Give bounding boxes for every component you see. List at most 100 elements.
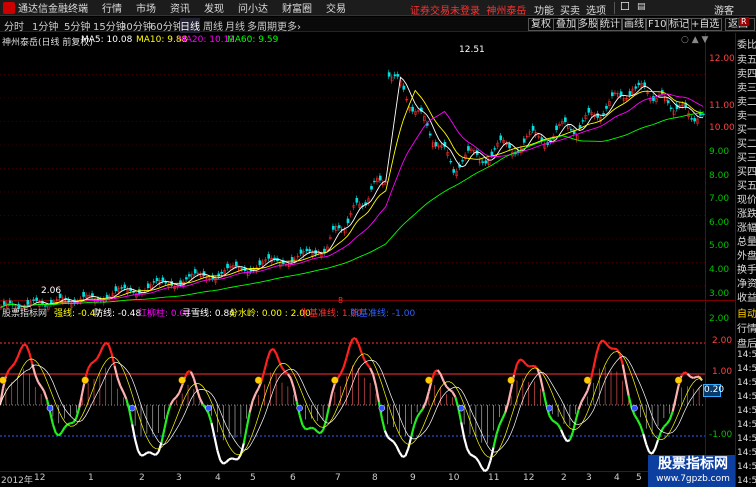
menu-caifuquan[interactable]: 财富圈	[282, 0, 312, 15]
menu-xuanxiang[interactable]: 选项	[586, 2, 606, 17]
rpanel-item[interactable]: 委比	[737, 36, 756, 51]
candle-body	[678, 104, 682, 107]
candle-body	[331, 226, 335, 230]
rpanel-item[interactable]: 收益	[737, 289, 756, 304]
rpanel-item[interactable]: 14:50	[737, 378, 756, 388]
strong-line-segment	[327, 393, 334, 407]
candle-body	[584, 115, 588, 119]
strong-line-segment	[583, 390, 589, 397]
rpanel-item[interactable]: 涨跌	[737, 205, 756, 220]
rpanel-item[interactable]: 自动	[737, 305, 756, 320]
period-multi[interactable]: 多周期	[247, 18, 277, 33]
strong-line-segment	[525, 363, 530, 368]
guest-label[interactable]: 游客	[714, 2, 734, 17]
menu-shichang[interactable]: 市场	[136, 0, 156, 15]
candle-body	[575, 135, 579, 141]
candle-body	[440, 144, 444, 148]
strong-line-segment	[480, 466, 486, 472]
rpanel-item[interactable]: 卖五	[737, 51, 756, 66]
period-5min[interactable]: 5分钟	[64, 18, 90, 33]
login-status[interactable]: 证券交易未登录 神州泰岳	[410, 2, 526, 17]
period-weekly[interactable]: 周线	[203, 18, 223, 33]
period-30min[interactable]: 30分钟	[120, 18, 153, 33]
candle-body	[376, 178, 379, 183]
ytick: 10.00	[709, 123, 735, 133]
right-panel-toggle[interactable]: R	[739, 17, 749, 26]
rpanel-item[interactable]: 买五	[737, 177, 756, 192]
menu-hangqing[interactable]: 行情	[102, 0, 122, 15]
rpanel-item[interactable]: 买二	[737, 135, 756, 150]
menu-gongneng[interactable]: 功能	[534, 2, 554, 17]
strong-line-segment	[639, 424, 645, 435]
period-1min[interactable]: 1分钟	[32, 18, 58, 33]
strong-line-segment	[128, 409, 134, 425]
rpanel-item[interactable]: 外盘	[737, 247, 756, 262]
rpanel-item[interactable]: 14:50	[737, 392, 756, 402]
period-more[interactable]: 更多›	[277, 18, 301, 33]
menu-jiaoyi[interactable]: 交易	[326, 0, 346, 15]
strong-line-segment	[40, 385, 45, 392]
menu-wenxiaoda[interactable]: 问小达	[238, 0, 268, 15]
period-monthly[interactable]: 月线	[225, 18, 245, 33]
phone-icon[interactable]: ☐	[620, 0, 630, 13]
rpanel-item[interactable]: 14:50	[737, 420, 756, 430]
ytick: 2.00	[709, 314, 730, 324]
strong-line-segment	[507, 389, 513, 404]
strong-line-segment	[551, 419, 556, 424]
rpanel-item[interactable]: 盘后	[737, 335, 756, 350]
chart-area[interactable]: 神州泰岳(日线 前复权) MA5: 10.08 MA10: 9.88 MA20:…	[0, 33, 738, 487]
candle-body	[449, 161, 453, 163]
strong-line-segment	[539, 377, 545, 392]
rpanel-item[interactable]: 总量	[737, 233, 756, 248]
rpanel-item[interactable]: 卖二	[737, 93, 756, 108]
rpanel-item[interactable]: 14:50	[737, 350, 756, 360]
period-fenshi[interactable]: 分时	[4, 18, 24, 33]
rpanel-item[interactable]: 卖四	[737, 65, 756, 80]
rpanel-item[interactable]: 14:50	[737, 462, 756, 472]
strong-line-segment	[342, 356, 348, 368]
xaxis-label: 3	[586, 473, 592, 483]
candle-body	[352, 205, 356, 208]
right-panel-tab[interactable]: R	[733, 17, 756, 33]
strong-line-segment	[624, 379, 630, 396]
tool-fuquan[interactable]: 复权	[528, 18, 554, 31]
rpanel-item[interactable]: 14:50	[737, 448, 756, 458]
menu-zixun[interactable]: 资讯	[170, 0, 190, 15]
ytick: 8.00	[709, 171, 730, 181]
xaxis-label: 2012年	[1, 476, 33, 486]
rpanel-item[interactable]: 买一	[737, 121, 756, 136]
candle-body	[358, 203, 362, 208]
skin-icon[interactable]: ▤	[637, 2, 646, 12]
rpanel-item[interactable]: 14:50	[737, 406, 756, 416]
strong-line-segment	[392, 441, 398, 447]
rpanel-item[interactable]: 买四	[737, 163, 756, 178]
tool-tongji[interactable]: 统计	[597, 18, 623, 31]
rpanel-item[interactable]: 净资	[737, 275, 756, 290]
event-marker[interactable]: 8	[338, 296, 343, 305]
strong-line-segment	[219, 459, 225, 465]
candle-body	[558, 124, 561, 126]
signal-dot	[296, 404, 303, 412]
rpanel-item[interactable]: 换手	[737, 261, 756, 276]
indicator-title[interactable]: 股票指标网	[2, 306, 47, 319]
rpanel-item[interactable]: 14:50	[737, 364, 756, 374]
rpanel-item[interactable]: 现价	[737, 191, 756, 206]
rpanel-item[interactable]: 买三	[737, 149, 756, 164]
rpanel-item[interactable]: 行情	[737, 320, 756, 335]
rpanel-item[interactable]: 卖三	[737, 79, 756, 94]
period-60min[interactable]: 60分钟	[150, 18, 183, 33]
rpanel-item[interactable]: 14:50	[737, 434, 756, 444]
ytick: 9.00	[709, 147, 730, 157]
tool-huaxian[interactable]: 画线	[621, 18, 647, 31]
strong-line-segment	[169, 399, 175, 406]
period-daily[interactable]: 日线	[180, 18, 200, 33]
candle-body	[490, 151, 494, 156]
rpanel-item[interactable]: 涨幅	[737, 219, 756, 234]
menu-faxian[interactable]: 发现	[204, 0, 224, 15]
tool-zixuan[interactable]: +自选	[688, 18, 723, 31]
chart-svg[interactable]	[0, 33, 735, 487]
rpanel-item[interactable]: 卖一	[737, 107, 756, 122]
kline-collapse-icon[interactable]: ○ ▲ ▼	[681, 35, 708, 45]
rpanel-item[interactable]: 14:50	[737, 476, 756, 486]
menu-maimai[interactable]: 买卖	[560, 2, 580, 17]
